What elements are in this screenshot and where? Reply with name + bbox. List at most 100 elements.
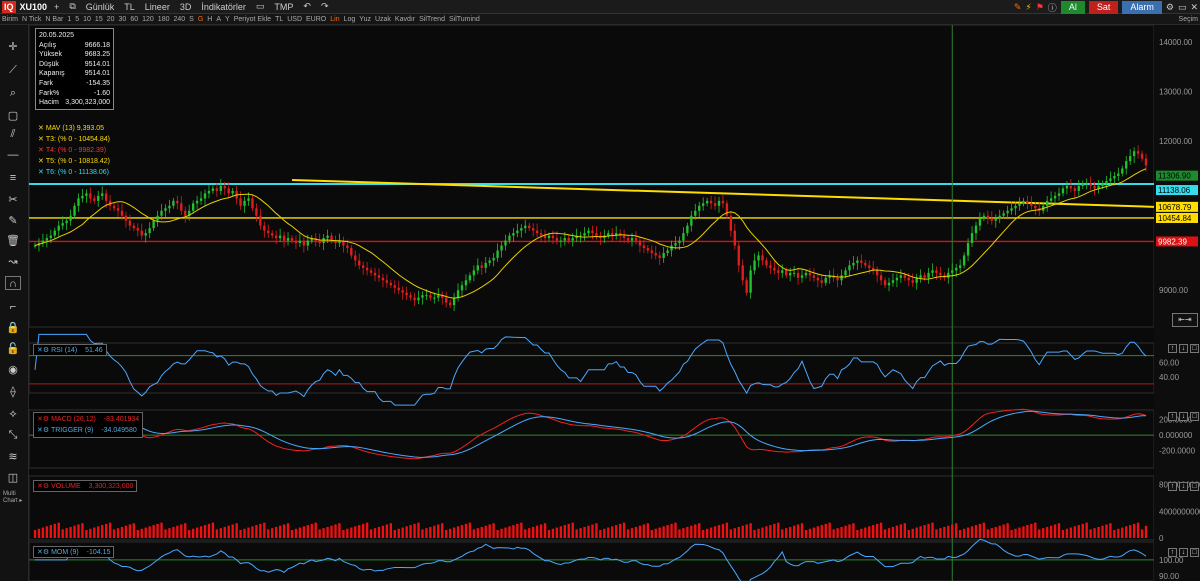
scale-selector[interactable]: Lineer bbox=[142, 2, 173, 12]
period-option[interactable]: S bbox=[189, 16, 194, 23]
period-option[interactable]: EURO bbox=[306, 16, 326, 23]
mom-panel-label[interactable]: ✕⚙ MOM (9) -104.15 bbox=[33, 546, 115, 558]
alarm-button[interactable]: Alarm bbox=[1122, 0, 1162, 14]
indicators-menu[interactable]: İndikatörler bbox=[198, 2, 249, 12]
back-arrow-icon[interactable]: ↶ bbox=[300, 1, 314, 12]
magnet-icon[interactable]: ∩ bbox=[5, 276, 21, 290]
period-option[interactable]: N Tick bbox=[22, 16, 41, 23]
period-option[interactable]: Log bbox=[344, 16, 356, 23]
legend-item[interactable]: ✕ T4: (% 0 - 9982.39) bbox=[38, 146, 106, 154]
move-up-icon[interactable]: ↑ bbox=[1168, 412, 1177, 421]
period-option[interactable]: 60 bbox=[130, 16, 138, 23]
period-option[interactable]: Birim bbox=[2, 16, 18, 23]
move-up-icon[interactable]: ↑ bbox=[1168, 482, 1177, 491]
trash-icon[interactable]: 🗑 bbox=[5, 234, 21, 248]
period-option[interactable]: 240 bbox=[173, 16, 185, 23]
period-option[interactable]: 10 bbox=[83, 16, 91, 23]
info-icon[interactable]: ⓘ bbox=[1048, 1, 1057, 14]
period-option[interactable]: 5 bbox=[75, 16, 79, 23]
period-option[interactable]: Y bbox=[225, 16, 230, 23]
period-option[interactable]: 20 bbox=[107, 16, 115, 23]
eye-icon[interactable]: ◉ bbox=[5, 363, 21, 377]
external-link-icon[interactable]: ⧉ bbox=[66, 1, 78, 12]
legend-item[interactable]: ✕ T3: (% 0 - 10454.84) bbox=[38, 135, 110, 143]
period-option[interactable]: N Bar bbox=[45, 16, 63, 23]
period-option[interactable]: G bbox=[198, 16, 203, 23]
move-down-icon[interactable]: ↓ bbox=[1179, 548, 1188, 557]
gear-icon[interactable]: ⚙ bbox=[1166, 2, 1174, 13]
period-selector[interactable]: Günlük bbox=[83, 2, 118, 12]
period-option[interactable]: A bbox=[216, 16, 221, 23]
period-option[interactable]: Lin bbox=[330, 16, 339, 23]
legend-item[interactable]: ✕ MAV (13) 9,393.05 bbox=[38, 124, 104, 132]
brush-icon[interactable]: ⌐ bbox=[5, 300, 21, 314]
macd-panel-label[interactable]: ✕⚙ MACD (26,12) -83.401934 ✕⚙ TRIGGER (9… bbox=[33, 412, 144, 438]
zoom-icon[interactable]: ⌕ bbox=[5, 86, 21, 100]
remove-indicator-icon[interactable]: ✕ bbox=[38, 158, 46, 165]
forward-arrow-icon[interactable]: ↷ bbox=[318, 1, 332, 12]
connect-icon[interactable]: ⤡ bbox=[5, 428, 21, 442]
move-up-icon[interactable]: ↑ bbox=[1168, 344, 1177, 353]
symbol-selector[interactable]: XU100 bbox=[20, 2, 48, 12]
period-option[interactable]: USD bbox=[287, 16, 302, 23]
lock-icon[interactable]: 🔒 bbox=[5, 321, 21, 335]
3d-button[interactable]: 3D bbox=[177, 2, 195, 12]
paintbrush-icon[interactable]: ✎ bbox=[1014, 2, 1022, 13]
period-option[interactable]: TL bbox=[275, 16, 283, 23]
currency-selector[interactable]: TL bbox=[121, 2, 138, 12]
move-down-icon[interactable]: ↓ bbox=[1179, 412, 1188, 421]
period-option[interactable]: 15 bbox=[95, 16, 103, 23]
horizontal-line-icon[interactable]: ― bbox=[5, 148, 21, 162]
node-icon[interactable]: ⟡ bbox=[5, 407, 21, 421]
period-option[interactable]: 180 bbox=[158, 16, 170, 23]
legend-item[interactable]: ✕ T6: (% 0 - 11138.06) bbox=[38, 168, 109, 176]
unlock-icon[interactable]: 🔓 bbox=[5, 342, 21, 356]
close-icon[interactable]: ✕ bbox=[1190, 2, 1198, 13]
pattern-icon[interactable]: ↝ bbox=[5, 255, 21, 269]
move-down-icon[interactable]: ↓ bbox=[1179, 344, 1188, 353]
scroll-right-button[interactable]: ⇤⇥ bbox=[1172, 313, 1198, 327]
move-up-icon[interactable]: ↑ bbox=[1168, 548, 1177, 557]
multi-chart-button[interactable]: Multi Chart ▸ bbox=[3, 491, 22, 505]
period-option[interactable]: Periyot Ekle bbox=[234, 16, 271, 23]
sell-button[interactable]: Sat bbox=[1088, 0, 1119, 14]
crosshair-icon[interactable]: ✛ bbox=[5, 40, 21, 54]
period-option[interactable]: Kavdır bbox=[395, 16, 415, 23]
folder-icon[interactable]: ▭ bbox=[253, 1, 268, 12]
trendline-icon[interactable]: ⟋ bbox=[5, 63, 21, 77]
fibonacci-icon[interactable]: ≡ bbox=[5, 171, 21, 185]
rsi-panel-label[interactable]: ✕⚙ RSI (14) 51.46 bbox=[33, 344, 107, 356]
stack-icon[interactable]: ◫ bbox=[5, 471, 21, 485]
tools-icon[interactable]: ✂ bbox=[5, 193, 21, 207]
maximize-icon[interactable]: □ bbox=[1190, 482, 1199, 491]
channel-icon[interactable]: ⫽ bbox=[5, 127, 21, 141]
tmp-button[interactable]: TMP bbox=[271, 2, 296, 12]
pencil-icon[interactable]: ✎ bbox=[5, 214, 21, 228]
period-option[interactable]: 120 bbox=[142, 16, 154, 23]
buy-button[interactable]: Al bbox=[1060, 0, 1085, 14]
period-option[interactable]: 30 bbox=[119, 16, 127, 23]
remove-indicator-icon[interactable]: ✕ bbox=[38, 125, 46, 132]
period-option[interactable]: SilTrend bbox=[419, 16, 445, 23]
period-option[interactable]: 1 bbox=[67, 16, 71, 23]
gann-icon[interactable]: ⟠ bbox=[5, 385, 21, 399]
remove-indicator-icon[interactable]: ✕ bbox=[38, 169, 46, 176]
layers-icon[interactable]: ≋ bbox=[5, 450, 21, 464]
volume-panel-label[interactable]: ✕⚙ VOLUME 3,300,323,000 bbox=[33, 480, 138, 492]
period-option[interactable]: Uzak bbox=[375, 16, 391, 23]
chart-area[interactable]: 14000.0013000.0012000.0011000.009000.001… bbox=[29, 25, 1200, 581]
remove-indicator-icon[interactable]: ✕ bbox=[38, 136, 46, 143]
period-option[interactable]: Yuz bbox=[359, 16, 371, 23]
period-option[interactable]: H bbox=[207, 16, 212, 23]
remove-indicator-icon[interactable]: ✕ bbox=[38, 147, 46, 154]
lightning-icon[interactable]: ⚡ bbox=[1025, 2, 1031, 13]
minimize-icon[interactable]: ▭ bbox=[1178, 2, 1187, 13]
flag-icon[interactable]: ⚑ bbox=[1036, 2, 1044, 13]
move-down-icon[interactable]: ↓ bbox=[1179, 482, 1188, 491]
add-symbol-button[interactable]: + bbox=[51, 2, 62, 12]
period-option[interactable]: SilTumind bbox=[449, 16, 480, 23]
legend-item[interactable]: ✕ T5: (% 0 - 10818.42) bbox=[38, 157, 110, 165]
maximize-icon[interactable]: □ bbox=[1190, 548, 1199, 557]
maximize-icon[interactable]: □ bbox=[1190, 344, 1199, 353]
rectangle-icon[interactable]: ▢ bbox=[5, 109, 21, 123]
